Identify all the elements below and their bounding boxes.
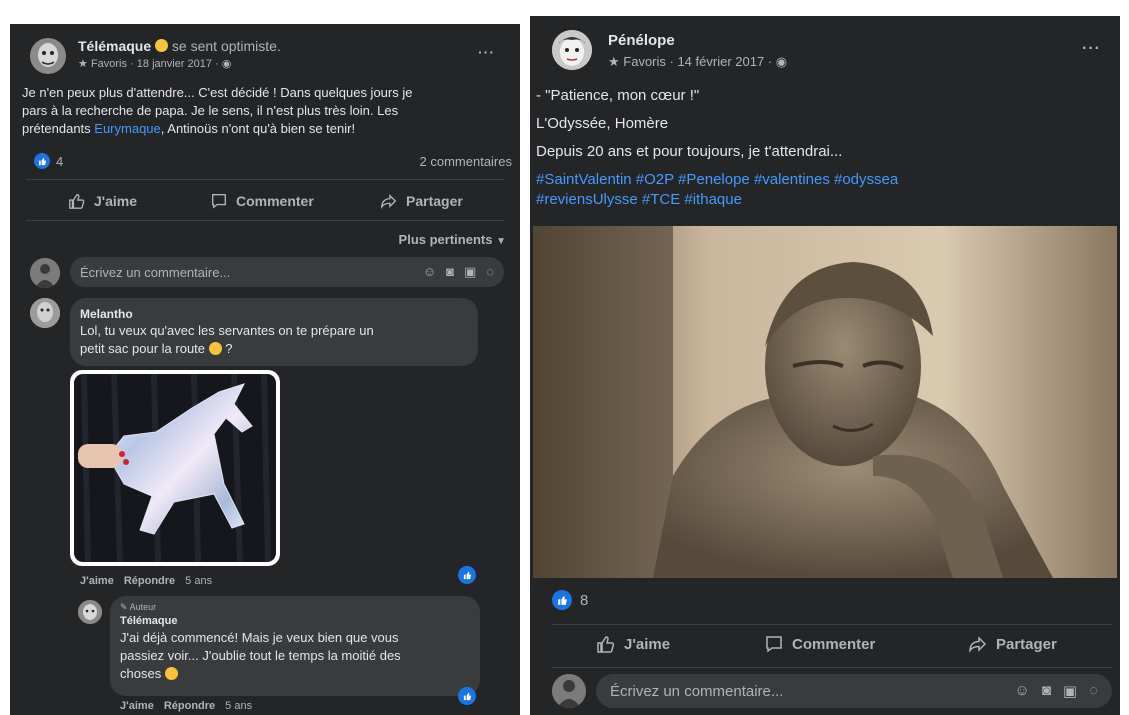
star-icon: ★ [608,54,620,69]
globe-icon: ◉ [775,54,788,69]
author-badge: ✎ Auteur [120,602,157,612]
right-post: Pénélope ★ Favoris · 14 février 2017 · ◉… [530,16,1120,715]
globe-icon: ◉ [221,58,232,70]
reaction-summary[interactable]: 4 [34,153,63,169]
gif-icon[interactable]: ▣ [1063,682,1077,700]
post-text: Je n'en peux plus d'attendre... C'est dé… [22,85,413,136]
reply-like-link[interactable]: J'aime [120,700,154,712]
reply-text: J'ai déjà commencé! Mais je veux bien qu… [120,630,401,681]
reaction-summary[interactable]: 8 [552,590,588,610]
sticker-icon[interactable]: ◌ [486,264,494,280]
comment-icon [212,194,226,209]
reply-author-avatar[interactable] [78,600,102,624]
current-user-avatar [552,674,586,708]
reply-author-name[interactable]: Télémaque [120,615,177,627]
like-badge-icon [552,590,572,610]
share-icon [969,636,987,653]
feeling-emoji [155,39,169,52]
divider [552,667,1112,668]
caret-down-icon: ▼ [496,236,506,247]
emoji-icon [164,667,178,680]
comment-actions: J'aime Répondre 5 ans [80,575,212,587]
comment-input[interactable]: Écrivez un commentaire... ☺ ◙ ▣ ◌ [70,257,504,287]
comment-button[interactable]: Commenter [210,192,314,210]
emoji-icon[interactable]: ☺ [423,264,436,280]
comment-like-badge-icon[interactable] [458,566,476,584]
star-icon: ★ [78,58,88,70]
post-text: - "Patience, mon cœur !" L'Odyssée, Homè… [536,87,843,160]
share-icon [381,193,397,210]
thumbs-up-icon [69,194,85,209]
comment-attached-image[interactable] [70,370,280,566]
current-user-avatar [30,258,60,288]
comment-text: Lol, tu veux qu'avec les servantes on te… [80,323,374,356]
emoji-icon[interactable]: ☺ [1015,682,1030,700]
divider [26,179,504,180]
reply-time[interactable]: 5 ans [225,700,252,712]
sort-dropdown[interactable]: Plus pertinents ▼ [399,232,506,247]
comment-button[interactable]: Commenter [764,634,875,654]
like-badge-icon [34,153,50,169]
author-name[interactable]: Télémaque [78,38,151,54]
more-options-icon[interactable]: ··· [478,44,495,60]
feeling-text: se sent optimiste. [171,38,281,54]
reply-actions: J'aime Répondre 5 ans [120,700,252,712]
pencil-icon: ✎ [120,602,128,612]
more-options-icon[interactable]: ··· [1082,40,1101,58]
reply-reply-link[interactable]: Répondre [164,700,215,712]
like-button[interactable]: J'aime [596,634,670,654]
reply-like-badge-icon[interactable] [458,687,476,705]
post-photo[interactable] [533,226,1117,578]
share-button[interactable]: Partager [968,634,1057,654]
comment-reply-link[interactable]: Répondre [124,575,175,587]
divider [26,220,504,221]
sticker-icon[interactable]: ◌ [1089,682,1098,700]
thumbs-up-icon [597,636,615,653]
comment-input[interactable]: Écrivez un commentaire... ☺ ◙ ▣ ◌ [596,674,1112,708]
hashtags[interactable]: #SaintValentin #O2P #Penelope #valentine… [536,170,898,210]
post-meta: ★ Favoris · 14 février 2017 · ◉ [608,54,788,69]
commenter-name[interactable]: Melantho [80,307,133,321]
divider [552,624,1112,625]
mention-link[interactable]: Eurymaque [94,121,160,136]
commenter-avatar[interactable] [30,298,60,328]
camera-icon[interactable]: ◙ [446,264,454,280]
left-post: Télémaque se sent optimiste. ★ Favoris ·… [10,24,520,715]
comments-count[interactable]: 2 commentaires [420,154,512,169]
share-button[interactable]: Partager [380,192,463,210]
comment-like-link[interactable]: J'aime [80,575,114,587]
like-button[interactable]: J'aime [68,192,137,210]
camera-icon[interactable]: ◙ [1042,682,1051,700]
gif-icon[interactable]: ▣ [464,264,476,280]
post-meta: ★ Favoris · 18 janvier 2017 · ◉ [78,58,232,70]
post-header: Télémaque se sent optimiste. [78,38,281,54]
author-avatar[interactable] [30,38,66,74]
comment-time[interactable]: 5 ans [185,575,212,587]
author-name[interactable]: Pénélope [608,32,675,49]
comment-icon [766,636,782,653]
author-avatar[interactable] [552,30,592,70]
emoji-icon [208,342,222,355]
